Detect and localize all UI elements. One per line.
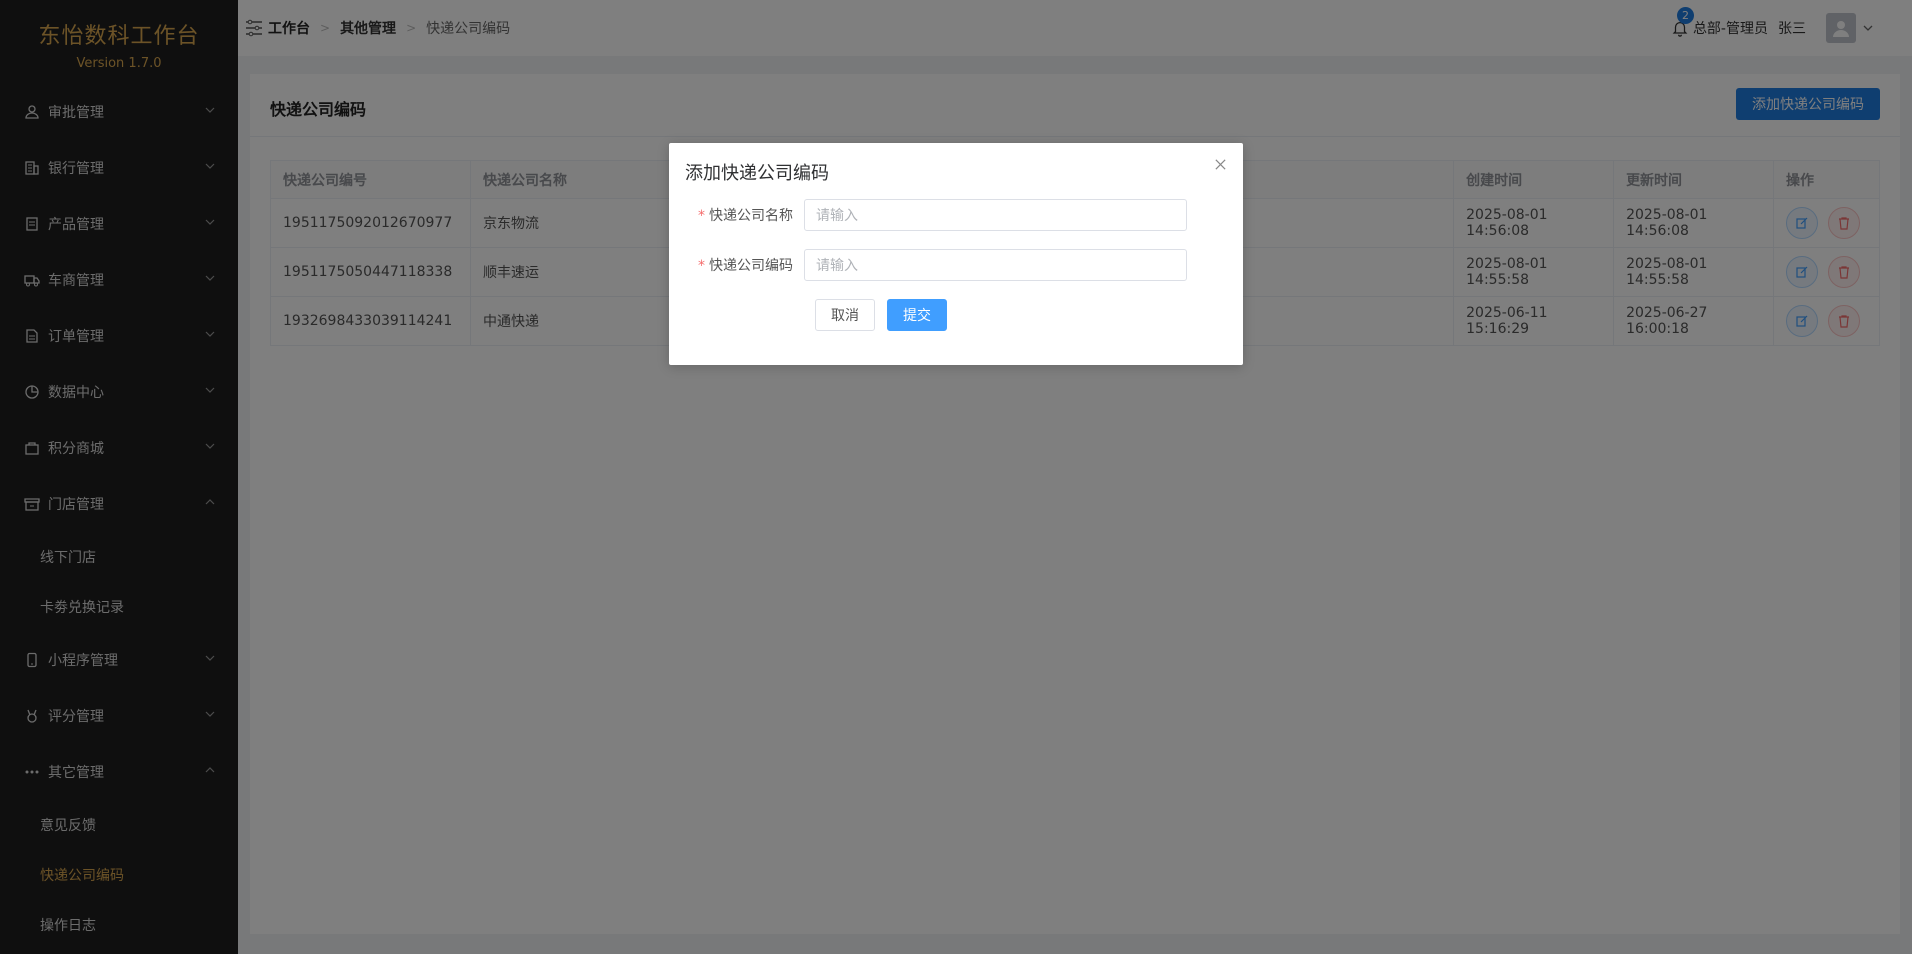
field-label-name: * 快递公司名称 [698, 208, 793, 224]
courier-code-input[interactable] [804, 249, 1187, 281]
submit-button[interactable]: 提交 [887, 299, 947, 331]
form-row-code: * 快递公司编码 [669, 249, 1243, 281]
required-mark: * [698, 258, 705, 274]
close-icon[interactable] [1211, 155, 1229, 173]
required-mark: * [698, 208, 705, 224]
dialog-title: 添加快递公司编码 [685, 163, 829, 184]
cancel-button[interactable]: 取消 [815, 299, 875, 331]
courier-name-input[interactable] [804, 199, 1187, 231]
field-label-code: * 快递公司编码 [698, 258, 793, 274]
add-courier-dialog: 添加快递公司编码 *快递公司名称 *快递公司编码 取消 提交 [669, 143, 1243, 365]
form-row-name: * 快递公司名称 [669, 199, 1243, 231]
